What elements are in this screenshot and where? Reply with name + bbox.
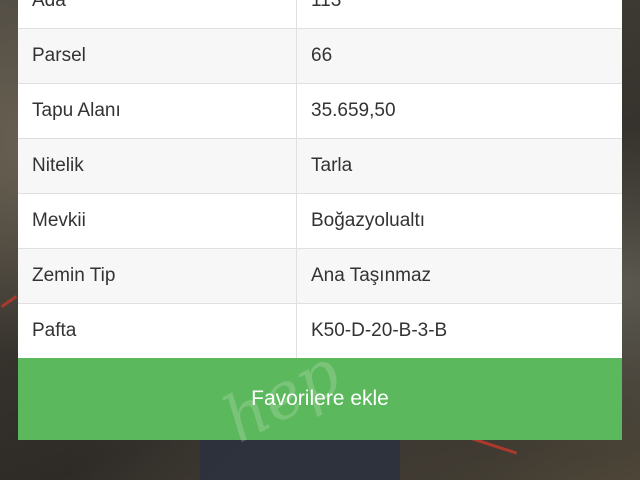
table-row: Zemin Tip Ana Taşınmaz xyxy=(18,249,622,304)
row-value-tapu-alani: 35.659,50 xyxy=(311,100,396,121)
map-water-area xyxy=(200,440,400,480)
table-row: Pafta K50-D-20-B-3-B xyxy=(18,304,622,359)
table-row: Nitelik Tarla xyxy=(18,139,622,194)
row-value-nitelik: Tarla xyxy=(311,155,353,176)
row-value-parsel: 66 xyxy=(311,45,333,66)
add-to-favorites-button[interactable]: Favorilere ekle xyxy=(18,358,622,440)
parcel-info-table: Ada 113 Parsel 66 Tapu Alanı 35.659,50 N… xyxy=(18,0,622,359)
row-label-tapu-alani: Tapu Alanı xyxy=(18,84,297,138)
row-label-zemin-tip: Zemin Tip xyxy=(18,249,297,303)
row-value-ada: 113 xyxy=(311,0,342,11)
map-parcel-border-left xyxy=(0,295,18,308)
row-label-ada: Ada xyxy=(18,0,297,28)
row-value-zemin-tip: Ana Taşınmaz xyxy=(311,265,432,286)
row-label-mevkii: Mevkii xyxy=(18,194,297,248)
row-value-mevkii: Boğazyolualtı xyxy=(311,210,426,231)
row-label-nitelik: Nitelik xyxy=(18,139,297,193)
row-label-pafta: Pafta xyxy=(18,304,297,358)
row-value-pafta: K50-D-20-B-3-B xyxy=(311,320,448,341)
table-row: Parsel 66 xyxy=(18,29,622,84)
table-row: Tapu Alanı 35.659,50 xyxy=(18,84,622,139)
row-label-parsel: Parsel xyxy=(18,29,297,83)
table-row: Ada 113 xyxy=(18,0,622,29)
table-row: Mevkii Boğazyolualtı xyxy=(18,194,622,249)
